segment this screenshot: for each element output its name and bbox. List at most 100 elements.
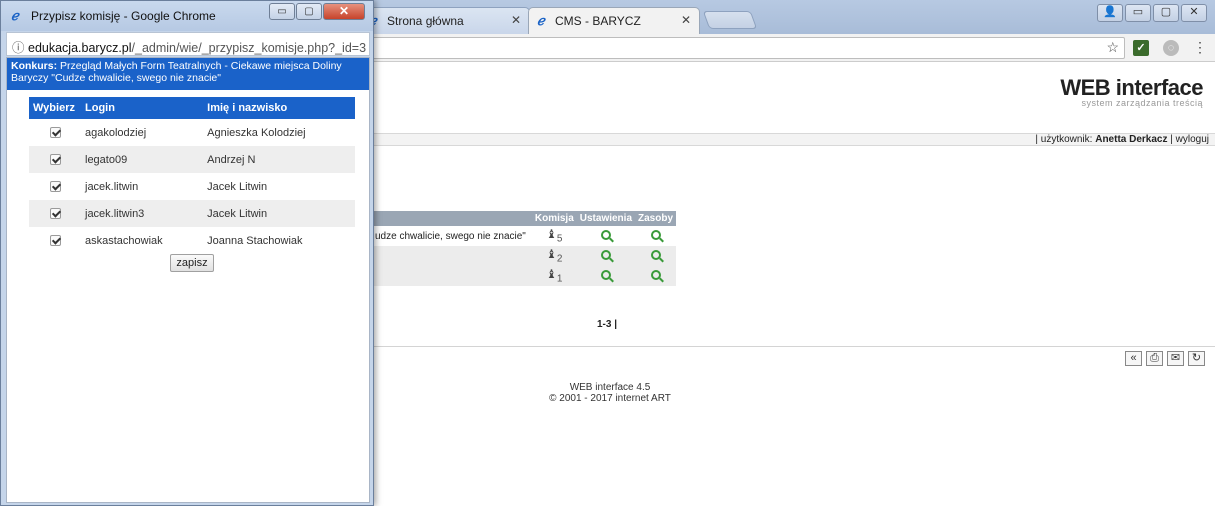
star-icon[interactable]: ☆ <box>1106 39 1119 56</box>
magnifier-icon[interactable] <box>650 229 661 240</box>
mail-icon[interactable]: ✉ <box>1167 351 1184 366</box>
print-icon[interactable]: ⎙ <box>1146 351 1163 366</box>
popup-title: Przypisz komisję - Google Chrome <box>31 9 216 23</box>
contest-name: udze chwalicie, swego nie znacie" <box>375 230 526 242</box>
page-tools: « ⎙ ✉ ↻ <box>1125 351 1205 366</box>
maximize-button[interactable]: ▢ <box>1153 4 1179 22</box>
refresh-icon[interactable]: ↻ <box>1188 351 1205 366</box>
magnifier-icon[interactable] <box>600 249 611 260</box>
new-tab-button[interactable] <box>702 11 758 29</box>
commission-cell[interactable]: ♝1 <box>531 266 577 286</box>
header-imie-nazwisko: Imię i nazwisko <box>203 97 355 119</box>
footer-version: WEB interface 4.5 <box>569 382 651 393</box>
settings-cell[interactable] <box>577 226 635 246</box>
toolbar-icons: ☆ ✓ ◌ ⋮ <box>1106 39 1207 56</box>
info-icon[interactable]: ⓘ <box>12 41 25 55</box>
minimize-button[interactable]: ▭ <box>1125 4 1151 22</box>
magnifier-icon[interactable] <box>650 249 661 260</box>
contest-name <box>372 246 532 266</box>
logout-link[interactable]: | wyloguj <box>1167 134 1209 145</box>
menu-icon[interactable]: ⋮ <box>1193 39 1207 56</box>
header-komisja: Komisja <box>531 211 577 226</box>
user-label: | użytkownik: <box>1035 134 1096 145</box>
pagination[interactable]: 1-3 | <box>597 319 617 330</box>
magnifier-icon[interactable] <box>600 229 611 240</box>
table-row: jacek.litwin Jacek Litwin <box>29 173 355 200</box>
settings-cell[interactable] <box>576 246 636 266</box>
login-cell: askastachowiak <box>85 234 163 247</box>
tab-strona-glowna[interactable]: ℯ Strona główna ✕ <box>360 7 530 34</box>
extension-icon-2[interactable]: ◌ <box>1163 39 1179 56</box>
header-ustawienia: Ustawienia <box>576 211 636 226</box>
table-header-row: Wybierz Login Imię i nazwisko <box>29 97 355 119</box>
name-cell: Jacek Litwin <box>207 180 268 193</box>
resources-cell[interactable] <box>635 226 676 246</box>
assign-commission-popup: ℯ Przypisz komisję - Google Chrome ▭ ▢ ✕… <box>0 0 374 506</box>
tab-cms-barycz[interactable]: ℯ CMS - BARYCZ ✕ <box>528 7 700 34</box>
select-checkbox[interactable] <box>49 181 61 193</box>
select-checkbox[interactable] <box>49 127 61 139</box>
close-window-button[interactable]: ✕ <box>1181 4 1207 22</box>
commission-count: 1 <box>556 273 563 285</box>
contest-label: Konkurs: <box>11 60 58 72</box>
divider <box>372 346 1215 347</box>
person-icon[interactable]: ♝ <box>546 267 557 281</box>
extension-icon[interactable]: ✓ <box>1133 39 1149 56</box>
commission-count: 2 <box>556 253 563 265</box>
settings-cell[interactable] <box>576 266 636 286</box>
contests-table: Komisja Ustawienia Zasoby udze chwalicie… <box>372 211 677 286</box>
table-header-row: Komisja Ustawienia Zasoby <box>372 211 677 226</box>
web-interface-logo: WEB interface system zarządzania treścią <box>1060 75 1203 108</box>
popup-content: Konkurs: Przegląd Małych Form Teatralnyc… <box>6 57 370 503</box>
name-cell: Agnieszka Kolodziej <box>207 126 306 139</box>
login-cell: legato09 <box>81 146 204 173</box>
footer: WEB interface 4.5 © 2001 - 2017 internet… <box>500 382 720 404</box>
popup-titlebar[interactable]: ℯ Przypisz komisję - Google Chrome ▭ ▢ ✕ <box>1 1 373 31</box>
user-profile-icon[interactable]: 👤 <box>1097 4 1123 22</box>
table-row: ♝1 <box>372 266 677 286</box>
barycz-favicon-icon: ℯ <box>537 13 545 28</box>
table-row: legato09 Andrzej N <box>29 146 355 173</box>
popup-url-bar[interactable]: ⓘ edukacja.barycz.pl/_admin/wie/_przypis… <box>6 32 370 56</box>
select-checkbox[interactable] <box>49 154 61 166</box>
commission-count: 5 <box>556 233 563 245</box>
maximize-button[interactable]: ▢ <box>296 3 322 20</box>
back-icon[interactable]: « <box>1125 351 1142 366</box>
header-wybierz: Wybierz <box>29 97 81 119</box>
table-row: ♝2 <box>372 246 677 266</box>
commission-cell[interactable]: ♝5 <box>532 226 577 246</box>
person-icon[interactable]: ♝ <box>546 247 557 261</box>
name-cell: Andrzej N <box>203 146 355 173</box>
close-tab-icon[interactable]: ✕ <box>511 13 521 27</box>
magnifier-icon[interactable] <box>650 269 661 280</box>
tab-title: CMS - BARYCZ <box>555 14 641 28</box>
table-row: udze chwalicie, swego nie znacie" ♝5 <box>372 226 676 246</box>
tab-title: Strona główna <box>387 14 464 28</box>
header-login: Login <box>81 97 204 119</box>
header-zasoby: Zasoby <box>635 211 677 226</box>
barycz-favicon-icon: ℯ <box>11 8 19 23</box>
close-button[interactable]: ✕ <box>323 3 365 20</box>
header-blank <box>372 211 532 226</box>
person-icon[interactable]: ♝ <box>546 227 557 241</box>
select-checkbox[interactable] <box>49 208 61 220</box>
login-cell: jacek.litwin3 <box>81 200 204 227</box>
resources-cell[interactable] <box>635 266 677 286</box>
assign-table: Wybierz Login Imię i nazwisko agakolodzi… <box>29 97 355 254</box>
minimize-button[interactable]: ▭ <box>269 3 295 20</box>
login-cell: jacek.litwin <box>85 180 139 193</box>
window-controls: 👤 ▭ ▢ ✕ <box>1097 4 1207 22</box>
resources-cell[interactable] <box>635 246 677 266</box>
save-wrap: zapisz <box>29 254 355 272</box>
url-host: edukacja.barycz.pl <box>28 41 132 55</box>
close-tab-icon[interactable]: ✕ <box>681 13 691 27</box>
logo-subtitle: system zarządzania treścią <box>1081 98 1203 108</box>
table-row: askastachowiak Joanna Stachowiak <box>29 227 355 254</box>
name-cell: Jacek Litwin <box>203 200 355 227</box>
select-checkbox[interactable] <box>49 235 61 247</box>
save-button[interactable]: zapisz <box>170 254 214 272</box>
magnifier-icon[interactable] <box>600 269 611 280</box>
contest-name <box>372 266 532 286</box>
commission-cell[interactable]: ♝2 <box>531 246 577 266</box>
table-row: jacek.litwin3 Jacek Litwin <box>29 200 355 227</box>
